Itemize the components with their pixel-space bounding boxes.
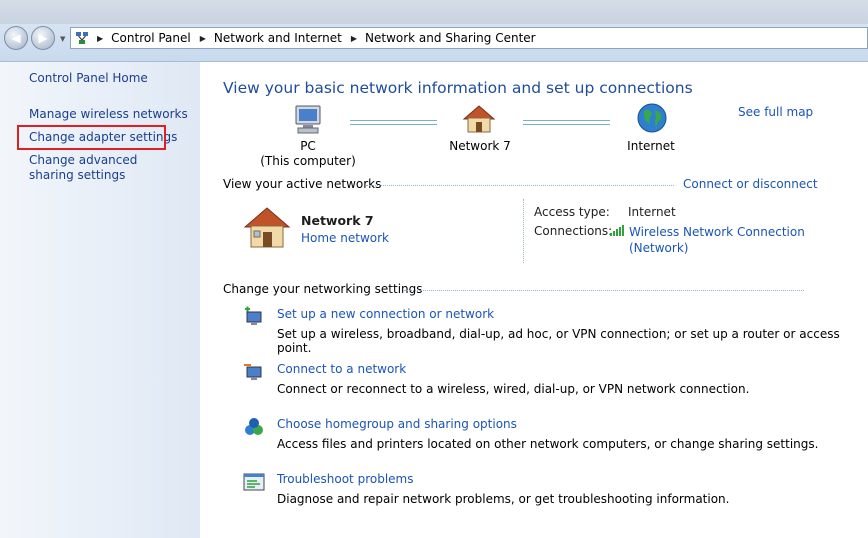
task-setup-connection-desc: Set up a wireless, broadband, dial-up, a… bbox=[277, 327, 840, 355]
computer-icon bbox=[295, 105, 321, 134]
home-network-icon[interactable] bbox=[462, 104, 496, 134]
back-arrow-icon: ◀ bbox=[11, 31, 21, 45]
see-full-map-link[interactable]: See full map bbox=[738, 105, 813, 119]
new-connection-icon bbox=[245, 306, 262, 325]
task-connect-network-link[interactable]: Connect to a network bbox=[277, 362, 406, 376]
active-network-name: Network 7 bbox=[301, 213, 374, 228]
forward-arrow-icon: ▶ bbox=[38, 31, 48, 45]
divider bbox=[404, 290, 804, 291]
task-setup-connection-link[interactable]: Set up a new connection or network bbox=[277, 307, 494, 321]
access-type-label: Access type: bbox=[534, 205, 610, 219]
connections-label: Connections: bbox=[534, 224, 613, 238]
active-networks-title: View your active networks bbox=[223, 177, 382, 191]
sidebar-control-panel-home[interactable]: Control Panel Home bbox=[29, 71, 148, 86]
forward-button[interactable]: ▶ bbox=[31, 26, 55, 50]
task-troubleshoot-link[interactable]: Troubleshoot problems bbox=[277, 472, 413, 486]
pc-label: PC bbox=[300, 139, 316, 153]
back-button[interactable]: ◀ bbox=[4, 26, 28, 50]
crumb-network-sharing-center[interactable]: Network and Sharing Center bbox=[365, 31, 536, 45]
crumb-control-panel[interactable]: Control Panel bbox=[111, 31, 191, 45]
main-panel: View your basic network information and … bbox=[200, 62, 868, 538]
page-title: View your basic network information and … bbox=[223, 79, 693, 97]
chevron-right-icon[interactable]: ▶ bbox=[351, 34, 357, 43]
breadcrumb: ▶ Control Panel ▶ Network and Internet ▶… bbox=[97, 31, 545, 45]
sidebar-item-advanced-sharing[interactable]: Change advanced sharing settings bbox=[29, 153, 179, 183]
chevron-right-icon[interactable]: ▶ bbox=[200, 34, 206, 43]
map-network-label: Network 7 bbox=[449, 139, 511, 153]
task-homegroup-link[interactable]: Choose homegroup and sharing options bbox=[277, 417, 517, 431]
home-network-link[interactable]: Home network bbox=[301, 231, 389, 245]
map-pc-label: PC (This computer) bbox=[260, 139, 356, 169]
highlight-box bbox=[17, 125, 166, 150]
task-homegroup-desc: Access files and printers located on oth… bbox=[277, 437, 819, 451]
connector-line bbox=[350, 120, 437, 125]
divider bbox=[523, 199, 524, 263]
task-troubleshoot-desc: Diagnose and repair network problems, or… bbox=[277, 492, 730, 506]
wireless-connection-link[interactable]: Wireless Network Connection (Network) bbox=[629, 224, 805, 256]
globe-icon[interactable] bbox=[636, 102, 668, 134]
chevron-right-icon[interactable]: ▶ bbox=[97, 34, 103, 43]
homegroup-icon bbox=[245, 418, 263, 435]
map-internet-label: Internet bbox=[627, 139, 675, 153]
sidebar-item-manage-wireless[interactable]: Manage wireless networks bbox=[29, 107, 188, 122]
connector-line bbox=[523, 120, 610, 125]
network-center-icon bbox=[76, 32, 88, 44]
address-bar[interactable]: ▶ Control Panel ▶ Network and Internet ▶… bbox=[70, 27, 868, 49]
crumb-network-and-internet[interactable]: Network and Internet bbox=[214, 31, 342, 45]
pc-sublabel: (This computer) bbox=[260, 154, 356, 168]
recent-pages-dropdown[interactable]: ▼ bbox=[60, 35, 65, 43]
signal-strength-icon bbox=[610, 225, 624, 236]
divider bbox=[366, 185, 674, 186]
task-connect-network-desc: Connect or reconnect to a wireless, wire… bbox=[277, 382, 750, 396]
title-bar-area: ◀ ▶ ▼ ▶ Control Panel ▶ Network and Inte… bbox=[0, 0, 868, 62]
connection-sub[interactable]: (Network) bbox=[629, 240, 805, 256]
window-tabs-blurred bbox=[0, 0, 868, 24]
troubleshoot-icon bbox=[243, 473, 265, 491]
connect-or-disconnect-link[interactable]: Connect or disconnect bbox=[683, 177, 818, 191]
access-type-value: Internet bbox=[628, 205, 676, 219]
change-settings-title: Change your networking settings bbox=[223, 282, 423, 296]
connection-name[interactable]: Wireless Network Connection bbox=[629, 224, 805, 240]
home-network-large-icon[interactable] bbox=[242, 205, 292, 251]
connect-network-icon bbox=[244, 364, 262, 380]
